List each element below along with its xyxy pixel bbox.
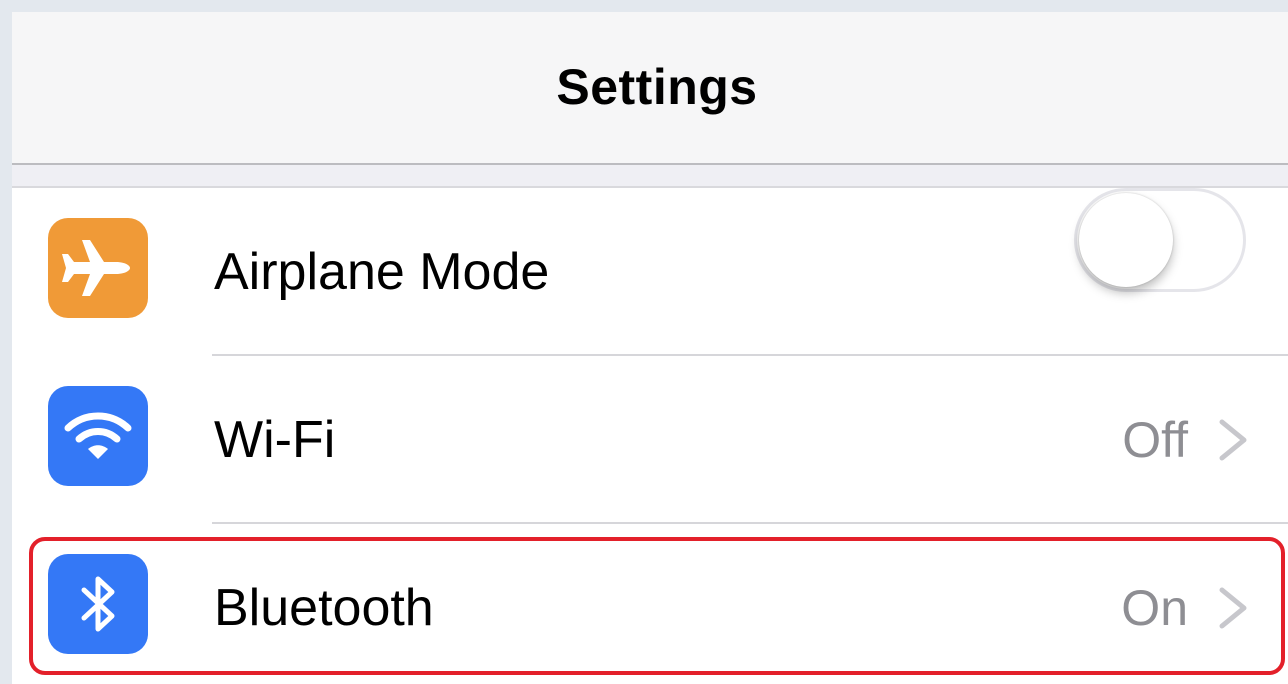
settings-row-airplane-mode[interactable]: Airplane Mode	[12, 188, 1288, 356]
settings-list: Airplane Mode Wi-Fi Off Bluetooth On	[12, 186, 1288, 684]
settings-row-label: Airplane Mode	[214, 243, 550, 301]
airplane-icon	[48, 218, 148, 318]
bluetooth-status-value: On	[1121, 580, 1188, 636]
settings-screen: Settings Airplane Mode Wi-Fi Off Bluetoo…	[12, 12, 1288, 684]
settings-row-label: Bluetooth	[214, 579, 434, 637]
navigation-bar: Settings	[12, 12, 1288, 165]
chevron-right-icon	[1219, 419, 1247, 461]
settings-row-wifi[interactable]: Wi-Fi Off	[12, 356, 1288, 524]
wifi-status-value: Off	[1122, 412, 1188, 468]
airplane-mode-toggle[interactable]	[1074, 188, 1246, 292]
page-title: Settings	[556, 59, 758, 115]
toggle-knob[interactable]	[1079, 193, 1173, 287]
wifi-icon	[48, 386, 148, 486]
settings-row-label: Wi-Fi	[214, 411, 336, 469]
settings-row-bluetooth[interactable]: Bluetooth On	[12, 524, 1288, 684]
bluetooth-icon	[48, 554, 148, 654]
chevron-right-icon	[1219, 587, 1247, 629]
